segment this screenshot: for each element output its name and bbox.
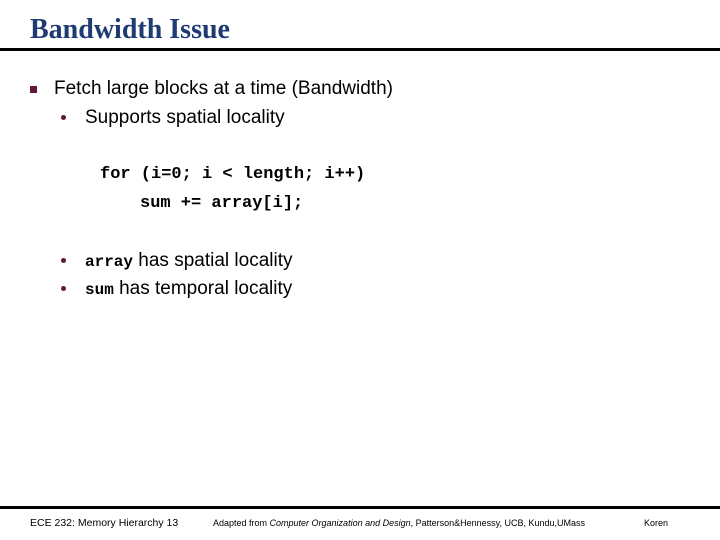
- bullet-label: sum has temporal locality: [85, 277, 292, 302]
- footer-author-label: Koren: [644, 518, 669, 528]
- square-bullet-icon: [30, 86, 37, 93]
- attribution-suffix: , Patterson&Hennessy, UCB, Kundu,UMass: [410, 518, 586, 528]
- bullet-item-supports-spatial-locality: Supports spatial locality: [61, 106, 285, 129]
- bullet-label: Fetch large blocks at a time (Bandwidth): [54, 78, 393, 99]
- inline-code-token: sum: [85, 281, 114, 299]
- title-divider: [0, 48, 720, 51]
- footer-attribution: Adapted from Computer Organization and D…: [213, 517, 585, 530]
- bullet-label: Supports spatial locality: [85, 107, 285, 128]
- inline-code-token: array: [85, 253, 134, 271]
- bullet-label: array has spatial locality: [85, 249, 292, 274]
- round-bullet-icon: [61, 286, 66, 291]
- bullet-item-fetch-large-blocks: Fetch large blocks at a time (Bandwidth): [30, 77, 393, 101]
- footer-course-label: ECE 232: Memory Hierarchy 13: [30, 517, 179, 529]
- footer-divider: [0, 506, 720, 509]
- slide-canvas: Bandwidth Issue Fetch large blocks at a …: [0, 0, 720, 540]
- bullet-item-sum-temporal-locality: sum has temporal locality: [61, 277, 292, 302]
- bullet-label-text: has temporal locality: [113, 278, 293, 299]
- page-title: Bandwidth Issue: [30, 14, 230, 45]
- attribution-book-title: Computer Organization and Design: [269, 518, 411, 528]
- code-line-for-loop: for (i=0; i < length; i++): [100, 165, 366, 184]
- round-bullet-icon: [61, 258, 66, 263]
- attribution-prefix: Adapted from: [213, 518, 270, 528]
- round-bullet-icon: [61, 115, 66, 120]
- code-line-sum-accumulate: sum += array[i];: [140, 194, 304, 213]
- bullet-item-array-spatial-locality: array has spatial locality: [61, 249, 292, 274]
- bullet-label-text: has spatial locality: [133, 250, 293, 271]
